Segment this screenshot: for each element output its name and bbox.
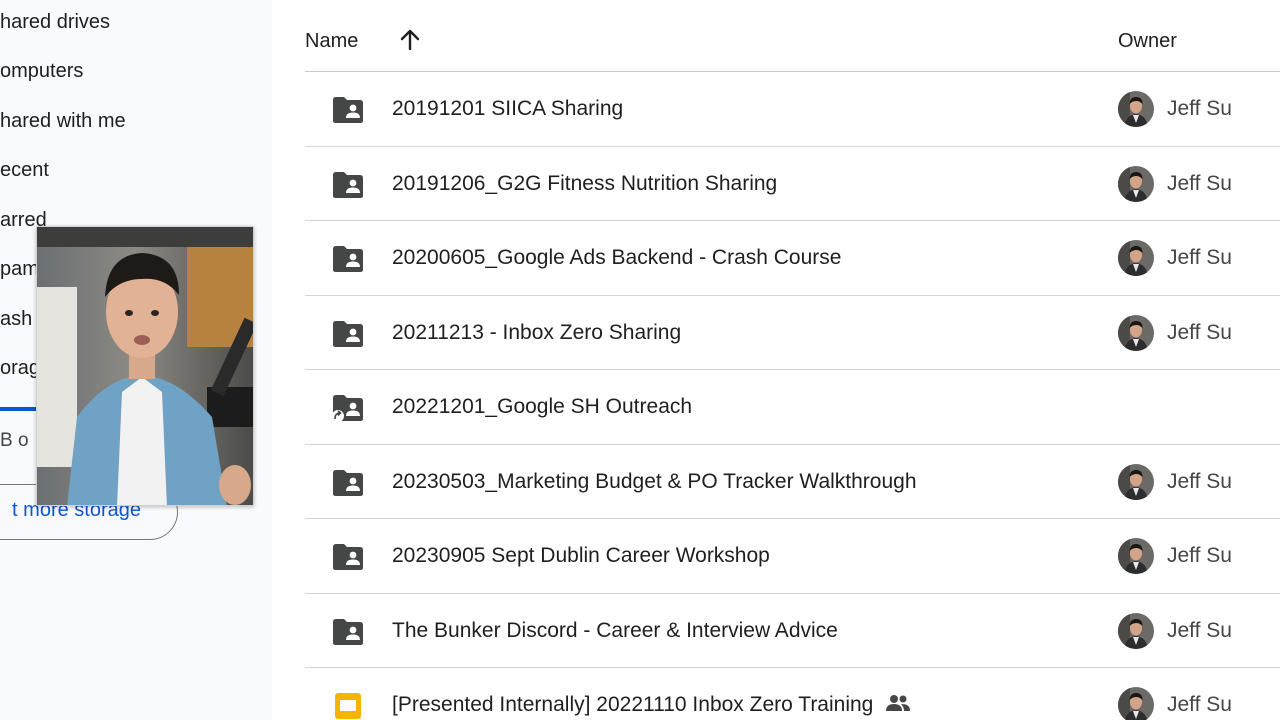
file-name[interactable]: 20211213 - Inbox Zero Sharing xyxy=(392,321,681,345)
shared-folder-icon xyxy=(333,171,363,198)
file-row[interactable]: 20211213 - Inbox Zero Sharing Jeff Su xyxy=(305,296,1280,370)
sidebar-item-label: hared with me xyxy=(0,109,126,132)
sidebar-item-label: omputers xyxy=(0,59,84,82)
column-header-name[interactable]: Name xyxy=(305,30,358,53)
shared-people-icon xyxy=(886,695,910,711)
file-name[interactable]: 20200605_Google Ads Backend - Crash Cour… xyxy=(392,246,841,270)
file-name[interactable]: 20230905 Sept Dublin Career Workshop xyxy=(392,544,770,568)
sidebar-item-label: orag xyxy=(0,356,41,379)
owner-name: Jeff Su xyxy=(1167,469,1232,493)
avatar xyxy=(1118,538,1154,574)
owner-name: Jeff Su xyxy=(1167,171,1232,195)
column-header-owner[interactable]: Owner xyxy=(1118,30,1177,53)
arrow-up-icon[interactable] xyxy=(399,28,421,52)
avatar xyxy=(1118,314,1154,351)
shared-folder-icon xyxy=(333,97,363,123)
file-name[interactable]: 20191206_G2G Fitness Nutrition Sharing xyxy=(392,172,777,196)
sidebar-item-label: ecent xyxy=(0,158,49,181)
shared-folder-icon xyxy=(333,246,363,272)
webcam-overlay xyxy=(36,226,254,506)
avatar xyxy=(1118,240,1154,276)
shortcut-shared-folder-icon xyxy=(332,395,363,422)
file-name[interactable]: 20191201 SIICA Sharing xyxy=(392,97,623,121)
sidebar-item-recent[interactable]: ecent xyxy=(0,150,260,190)
file-row[interactable]: 20200605_Google Ads Backend - Crash Cour… xyxy=(305,221,1280,296)
file-row[interactable]: The Bunker Discord - Career & Interview … xyxy=(305,594,1280,668)
avatar xyxy=(1118,91,1154,127)
shared-folder-icon xyxy=(333,320,363,347)
avatar xyxy=(1118,463,1154,500)
shared-folder-icon xyxy=(333,544,363,570)
avatar xyxy=(1118,687,1154,720)
owner-name: Jeff Su xyxy=(1167,246,1232,269)
file-row[interactable]: 20221201_Google SH Outreach xyxy=(305,370,1280,445)
file-list: Name Owner 20191201 SIICA Sharing Jeff S… xyxy=(305,0,1280,720)
presenter-video-frame xyxy=(37,227,253,505)
file-name[interactable]: 20221201_Google SH Outreach xyxy=(392,395,692,419)
sidebar-item-label: hared drives xyxy=(0,10,111,33)
file-row[interactable]: 20191206_G2G Fitness Nutrition Sharing J… xyxy=(305,147,1280,221)
owner-name: Jeff Su xyxy=(1167,97,1232,120)
sidebar-item-label: pam xyxy=(0,257,39,280)
sidebar-item-shared-with-me[interactable]: hared with me xyxy=(0,101,260,141)
avatar xyxy=(1118,165,1154,202)
sidebar-item-computers[interactable]: omputers xyxy=(0,51,260,91)
file-name[interactable]: 20230503_Marketing Budget & PO Tracker W… xyxy=(392,470,917,494)
file-row[interactable]: [Presented Internally] 20221110 Inbox Ze… xyxy=(305,668,1280,720)
owner-name: Jeff Su xyxy=(1167,693,1232,716)
file-name[interactable]: The Bunker Discord - Career & Interview … xyxy=(392,619,838,643)
sidebar-item-shared-drives[interactable]: hared drives xyxy=(0,2,260,42)
storage-usage-fill xyxy=(0,407,36,411)
list-header: Name Owner xyxy=(305,0,1280,72)
shared-folder-icon xyxy=(333,618,363,645)
storage-usage-text: B o xyxy=(0,430,29,451)
owner-name: Jeff Su xyxy=(1167,544,1232,567)
sidebar-item-label: ash xyxy=(0,307,33,330)
owner-name: Jeff Su xyxy=(1167,320,1232,344)
file-row[interactable]: 20191201 SIICA Sharing Jeff Su xyxy=(305,72,1280,147)
shared-folder-icon xyxy=(333,469,363,496)
file-row[interactable]: 20230905 Sept Dublin Career Workshop Jef… xyxy=(305,519,1280,594)
file-row[interactable]: 20230503_Marketing Budget & PO Tracker W… xyxy=(305,445,1280,519)
google-slides-icon xyxy=(335,693,361,719)
owner-name: Jeff Su xyxy=(1167,618,1232,642)
avatar xyxy=(1118,612,1154,649)
file-name[interactable]: [Presented Internally] 20221110 Inbox Ze… xyxy=(392,693,873,717)
